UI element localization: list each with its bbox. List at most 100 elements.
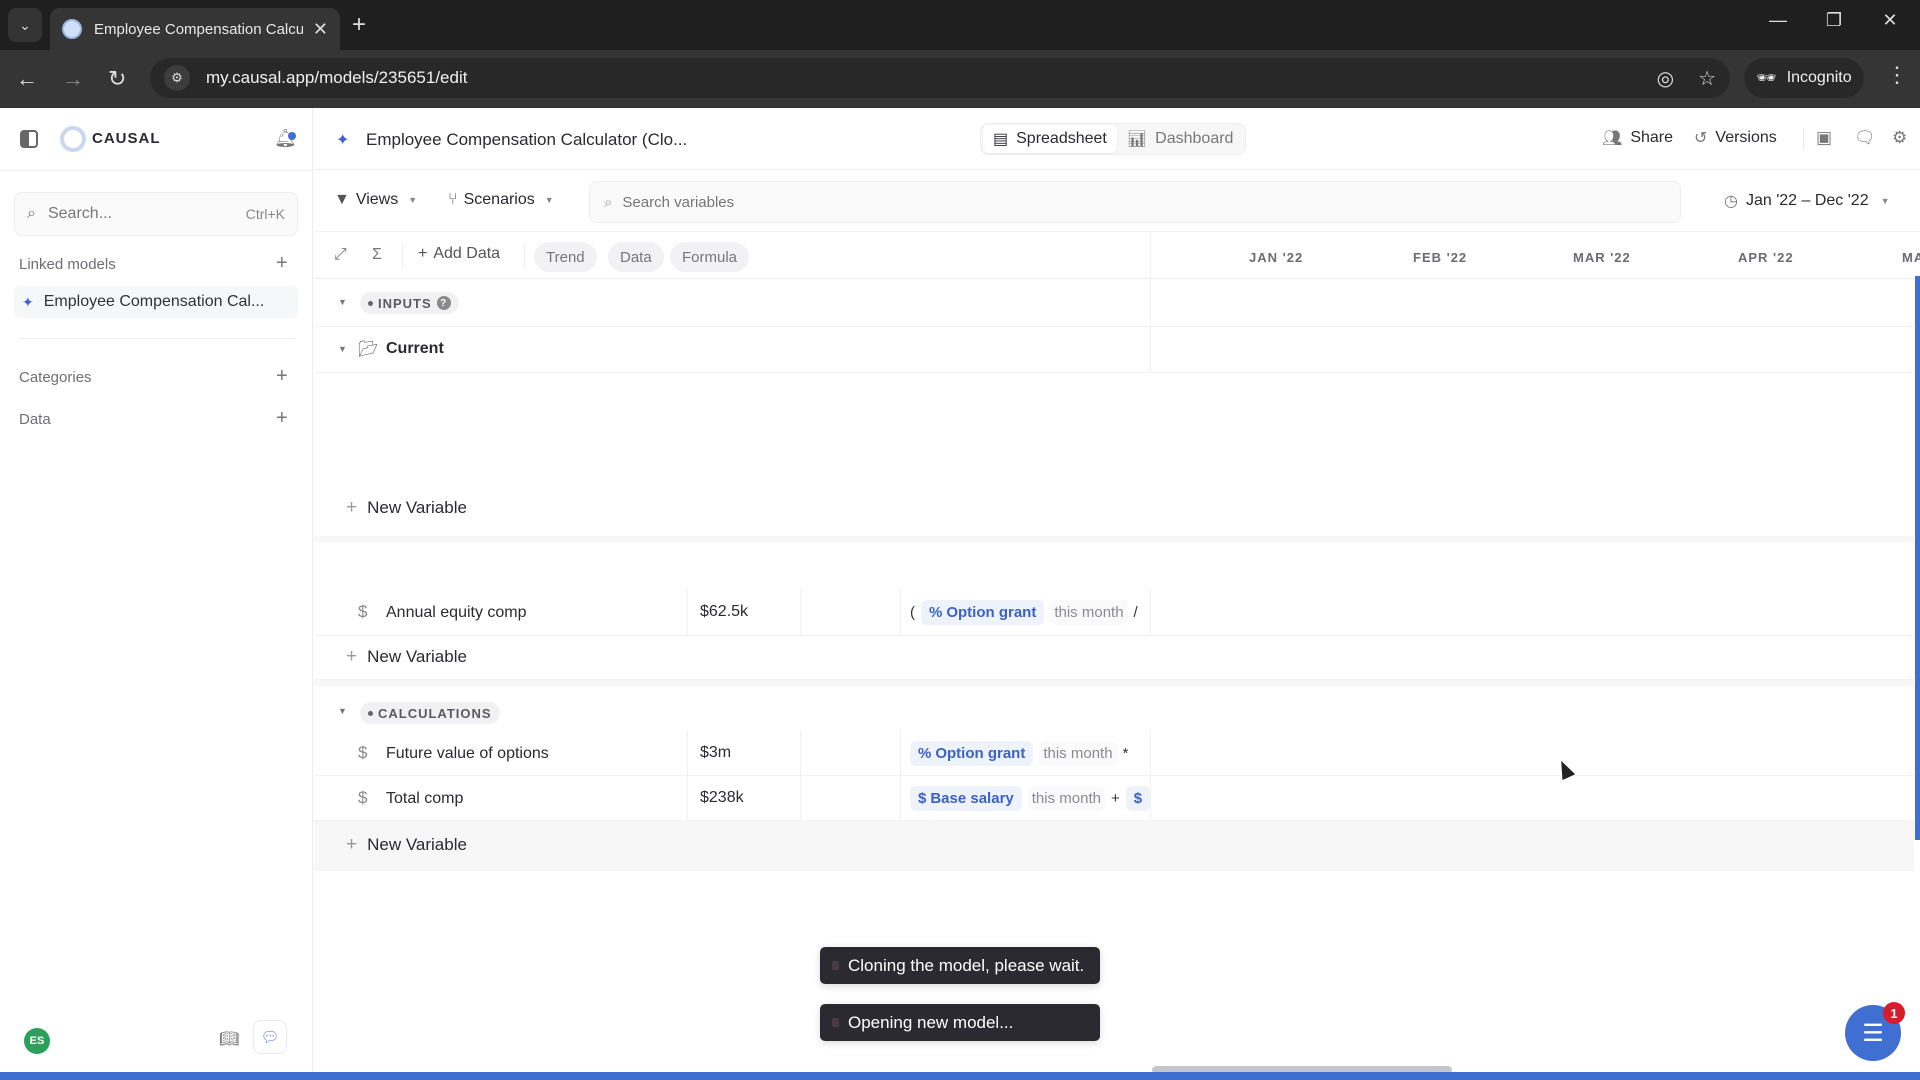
table-row[interactable]: $ Total comp $238k $ Base salary this mon… <box>314 776 1914 821</box>
divider <box>800 589 801 636</box>
categories-label: Categories <box>19 369 92 386</box>
scenarios-dropdown[interactable]: ⑂ Scenarios ▼ <box>448 191 554 209</box>
divider <box>687 776 688 821</box>
search-variables-field[interactable]: ⌕ <box>589 181 1681 223</box>
variable-reference-chip[interactable]: $ Base salary <box>910 785 1022 811</box>
browser-menu-icon[interactable]: ⋮ <box>1886 62 1908 88</box>
variable-name[interactable]: Total comp <box>386 790 463 808</box>
add-category-button[interactable]: + <box>276 365 288 388</box>
comments-icon[interactable]: 🗨︎ <box>1854 128 1876 148</box>
variable-value[interactable]: $238k <box>700 789 744 807</box>
divider <box>1150 589 1151 636</box>
grid-column-header: ⤢ Σ + Add Data Trend Data Formula JAN '2… <box>314 231 1920 279</box>
variable-name[interactable]: Future value of options <box>386 745 549 763</box>
close-tab-icon[interactable]: ✕ <box>313 19 328 40</box>
new-tab-button[interactable]: + <box>352 12 366 38</box>
time-modifier: this month <box>1027 785 1105 811</box>
reference-label: Option grant <box>946 603 1037 621</box>
table-row[interactable]: $ Future value of options $3m % Option gr… <box>314 731 1914 776</box>
maximize-button[interactable]: ❐ <box>1814 10 1854 31</box>
variable-value[interactable]: $62.5k <box>700 603 748 621</box>
search-variables-input[interactable] <box>622 193 1680 211</box>
variable-reference-chip[interactable]: % Option grant <box>910 740 1034 766</box>
incognito-label: Incognito <box>1786 69 1852 86</box>
chat-icon: ☰ <box>1862 1019 1884 1047</box>
sidebar-search-input[interactable]: ⌕ Search... Ctrl+K <box>14 192 298 236</box>
divider <box>800 731 801 776</box>
site-settings-icon[interactable]: ⚙ <box>164 65 190 91</box>
add-linked-model-button[interactable]: + <box>276 252 288 275</box>
add-data-button[interactable]: + Add Data <box>418 245 500 263</box>
help-icon[interactable]: ? <box>436 296 451 310</box>
minimize-button[interactable]: — <box>1758 10 1798 31</box>
logo-text: CAUSAL <box>92 130 161 147</box>
new-variable-button[interactable]: + New Variable <box>346 834 467 856</box>
formula-column-toggle[interactable]: Formula <box>670 242 750 272</box>
forward-icon[interactable]: → <box>62 66 84 92</box>
divider <box>900 731 901 776</box>
sidebar-toggle-icon[interactable] <box>20 130 38 148</box>
new-variable-button[interactable]: + New Variable <box>346 497 467 519</box>
folder-label: Current <box>386 340 444 357</box>
divider <box>19 338 295 339</box>
divider <box>1150 327 1151 373</box>
group-label-inputs[interactable]: INPUTS ? <box>360 292 459 314</box>
chat-button[interactable]: 💬︎ <box>253 1020 287 1054</box>
expand-icon[interactable]: ⤢ <box>334 246 347 264</box>
month-header: MAR '22 <box>1573 250 1631 265</box>
date-range-label: Jan '22 – Dec '22 <box>1745 192 1869 209</box>
data-column-toggle[interactable]: Data <box>608 242 664 272</box>
presentation-icon[interactable]: ▣ <box>1816 128 1832 148</box>
section-separator <box>314 536 1914 542</box>
history-icon: ↺ <box>1694 130 1708 147</box>
formula-cell[interactable]: $ Base salary this month + $ <box>910 783 1150 813</box>
variable-reference-chip[interactable]: % Option grant <box>921 599 1045 625</box>
tab-list-button[interactable]: ⌄ <box>8 8 42 42</box>
browser-address-bar: ← → ↻ ⚙ my.causal.app/models/235651/edit… <box>0 50 1920 108</box>
divider <box>1150 279 1151 327</box>
add-data-source-button[interactable]: + <box>276 407 288 430</box>
url-field[interactable]: ⚙ my.causal.app/models/235651/edit ◎ ☆ <box>150 58 1730 98</box>
browser-tab[interactable]: Employee Compensation Calcu ✕ <box>50 8 340 50</box>
back-icon[interactable]: ← <box>16 66 38 92</box>
add-data-label: Add Data <box>433 245 501 262</box>
currency-icon: $ <box>358 743 368 762</box>
views-dropdown[interactable]: ▼ Views ▼ <box>334 191 417 209</box>
settings-gear-icon[interactable]: ⚙ <box>1892 128 1907 148</box>
group-label-calculations[interactable]: CALCULATIONS <box>360 702 500 724</box>
variable-name[interactable]: Annual equity comp <box>386 604 527 622</box>
close-window-button[interactable]: ✕ <box>1870 10 1910 31</box>
share-button[interactable]: 👥︎ Share <box>1602 128 1673 148</box>
tab-dashboard[interactable]: 📊︎ Dashboard <box>1117 125 1244 153</box>
model-title[interactable]: Employee Compensation Calculator (Clo... <box>366 130 687 150</box>
tab-spreadsheet[interactable]: ▤ Spreadsheet <box>983 125 1117 153</box>
eye-off-icon[interactable]: ◎ <box>1657 66 1674 91</box>
toast-opening: Opening new model... <box>820 1004 1100 1041</box>
folder-row-current[interactable]: ▼ 📂︎ Current <box>314 327 1914 373</box>
versions-button[interactable]: ↺ Versions <box>1694 128 1777 148</box>
scenarios-label: Scenarios <box>463 191 535 208</box>
new-variable-button[interactable]: + New Variable <box>346 646 467 668</box>
collapse-caret-icon[interactable]: ▼ <box>338 706 347 716</box>
sidebar-item-linked-model[interactable]: ✦ Employee Compensation Cal... <box>14 286 298 318</box>
incognito-indicator[interactable]: 🕶 Incognito <box>1744 58 1864 98</box>
collapse-caret-icon[interactable]: ▼ <box>338 344 347 354</box>
trend-column-toggle[interactable]: Trend <box>534 242 597 272</box>
tab-title: Employee Compensation Calcu <box>94 20 303 38</box>
bookmark-star-icon[interactable]: ☆ <box>1698 66 1716 91</box>
sum-icon[interactable]: Σ <box>372 246 382 264</box>
formula-cell[interactable]: ( % Option grant this month / <box>910 597 1150 627</box>
collapse-caret-icon[interactable]: ▼ <box>338 297 347 307</box>
variable-value[interactable]: $3m <box>700 744 731 762</box>
group-row-calculations: ▼ CALCULATIONS <box>314 686 1914 731</box>
date-range-picker[interactable]: ◷ Jan '22 – Dec '22 ▼ <box>1724 191 1890 211</box>
search-icon: ⌕ <box>27 205 36 222</box>
user-avatar[interactable]: ES <box>24 1028 50 1054</box>
vertical-scrollbar[interactable] <box>1915 276 1920 840</box>
table-row[interactable]: $ Annual equity comp $62.5k ( % Option gr… <box>314 589 1914 636</box>
reload-icon[interactable]: ↻ <box>108 66 126 92</box>
docs-book-icon[interactable]: 📖︎ <box>219 1029 239 1049</box>
new-variable-row: + New Variable <box>314 373 1914 536</box>
variable-reference-chip[interactable]: $ <box>1125 785 1150 811</box>
formula-cell[interactable]: % Option grant this month * <box>910 738 1150 768</box>
